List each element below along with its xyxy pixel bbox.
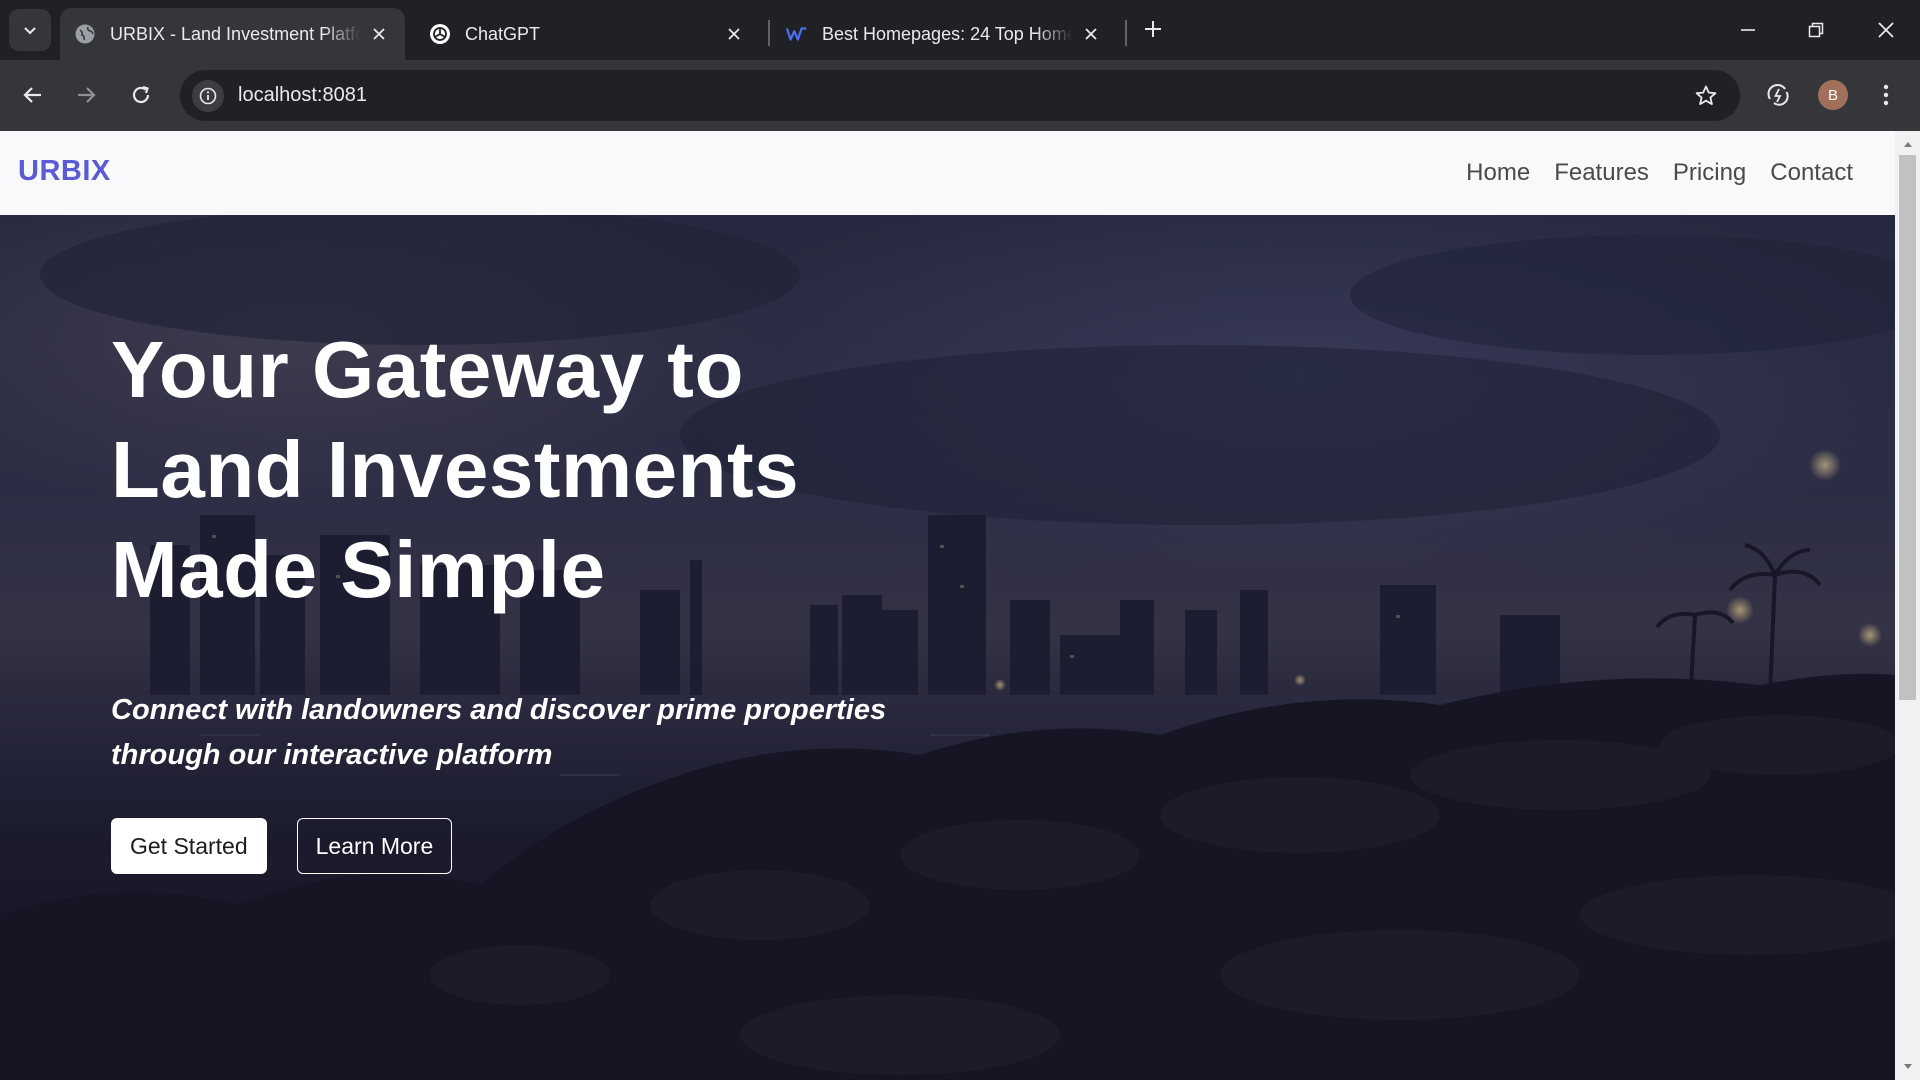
address-text[interactable]: localhost:8081 xyxy=(238,84,367,107)
restore-button[interactable] xyxy=(1782,0,1850,60)
reload-icon xyxy=(132,85,150,104)
nav-pricing[interactable]: Pricing xyxy=(1661,159,1758,187)
chevron-down-icon xyxy=(24,27,36,35)
brand-logo[interactable]: URBIX xyxy=(18,155,111,188)
hero-title: Your Gateway to Land Investments Made Si… xyxy=(111,320,1011,620)
hero-subtitle: Connect with landowners and discover pri… xyxy=(111,694,887,771)
site-header: URBIX Home Features Pricing Contact xyxy=(0,131,1895,215)
get-started-button[interactable]: Get Started xyxy=(111,818,267,874)
close-icon[interactable] xyxy=(1079,22,1103,46)
scroll-up-arrow-icon[interactable] xyxy=(1895,135,1920,153)
tab-title: Best Homepages: 24 Top Homepage Examples xyxy=(822,23,1073,44)
tab-title: URBIX - Land Investment Platform xyxy=(110,23,361,44)
nav-features[interactable]: Features xyxy=(1542,159,1661,187)
minimize-button[interactable] xyxy=(1714,0,1782,60)
new-tab-button[interactable] xyxy=(1136,12,1170,46)
page-scrollbar[interactable] xyxy=(1895,131,1920,1080)
main-nav: Home Features Pricing Contact xyxy=(1454,131,1865,215)
performance-icon xyxy=(1767,84,1789,106)
learn-more-button[interactable]: Learn More xyxy=(296,818,453,874)
plus-icon xyxy=(1145,21,1161,37)
scroll-down-arrow-icon[interactable] xyxy=(1895,1058,1920,1076)
address-bar[interactable]: localhost:8081 xyxy=(180,70,1740,121)
chatgpt-logo-icon xyxy=(429,23,451,45)
forward-button[interactable] xyxy=(66,75,106,115)
kebab-menu-icon xyxy=(1883,84,1889,106)
tab-strip: URBIX - Land Investment Platform ChatGPT… xyxy=(0,0,1920,60)
tab-separator xyxy=(768,20,770,46)
browser-toolbar: localhost:8081 B xyxy=(0,60,1920,131)
globe-icon xyxy=(74,23,96,45)
bookmark-star-icon[interactable] xyxy=(1690,80,1722,112)
tab-urbix[interactable]: URBIX - Land Investment Platform xyxy=(60,8,405,60)
hero-title-line: Land Investments xyxy=(111,425,800,514)
profile-avatar[interactable]: B xyxy=(1818,80,1848,110)
nav-contact[interactable]: Contact xyxy=(1758,159,1865,187)
hero-section: Your Gateway to Land Investments Made Si… xyxy=(0,215,1895,1080)
reload-button[interactable] xyxy=(121,75,161,115)
hero-title-line: Made Simple xyxy=(111,525,606,614)
tab-search-button[interactable] xyxy=(9,9,51,51)
restore-icon xyxy=(1808,22,1824,38)
tab-best-homepages[interactable]: Best Homepages: 24 Top Homepage Examples xyxy=(772,8,1117,60)
close-icon xyxy=(1878,22,1894,38)
tab-title: ChatGPT xyxy=(465,23,541,44)
minimize-icon xyxy=(1741,29,1755,31)
hero-content: Your Gateway to Land Investments Made Si… xyxy=(111,320,1011,874)
page-viewport: URBIX Home Features Pricing Contact Your… xyxy=(0,131,1920,1080)
tab-separator xyxy=(1125,20,1127,46)
webflow-logo-icon xyxy=(786,23,808,45)
nav-home[interactable]: Home xyxy=(1454,159,1542,187)
performance-button[interactable] xyxy=(1758,75,1798,115)
browser-menu-button[interactable] xyxy=(1866,75,1906,115)
arrow-left-icon xyxy=(23,87,41,103)
close-icon[interactable] xyxy=(367,22,391,46)
close-icon[interactable] xyxy=(722,22,746,46)
hero-title-line: Your Gateway to xyxy=(111,325,744,414)
arrow-right-icon xyxy=(78,87,96,103)
close-window-button[interactable] xyxy=(1852,0,1920,60)
tab-chatgpt[interactable]: ChatGPT xyxy=(415,8,760,60)
site-info-icon[interactable] xyxy=(192,79,224,112)
scrollbar-thumb[interactable] xyxy=(1899,155,1916,700)
back-button[interactable] xyxy=(13,75,53,115)
hero-actions: Get Started Learn More xyxy=(111,818,1011,874)
